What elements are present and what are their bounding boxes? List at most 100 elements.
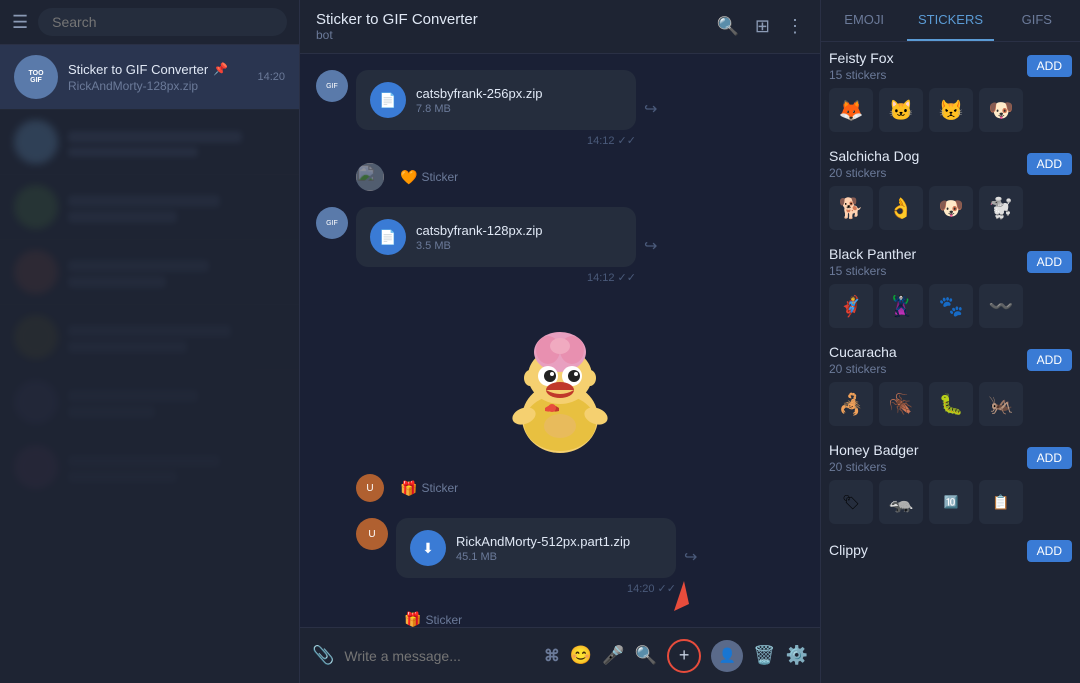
list-item[interactable] [0, 110, 299, 175]
message-time: 14:20 ✓✓ [396, 582, 676, 595]
tab-gifs[interactable]: GIFS [994, 0, 1080, 41]
chat-title: Sticker to GIF Converter [316, 11, 704, 28]
sticker-pack-clippy: Clippy ADD [829, 540, 1072, 562]
sticker-panel: EMOJI STICKERS GIFS Feisty Fox 15 sticke… [820, 0, 1080, 683]
tab-stickers[interactable]: STICKERS [907, 0, 993, 41]
avatar [14, 120, 58, 164]
message-time: 14:12 ✓✓ [356, 134, 636, 147]
avatar [14, 445, 58, 489]
forward-button[interactable]: ↪ [644, 99, 657, 119]
sticker-thumb[interactable]: 😾 [929, 88, 973, 132]
pin-icon: 📌 [213, 62, 228, 76]
list-item[interactable] [0, 370, 299, 435]
table-row: 🎁 Sticker [396, 611, 804, 627]
sticker-thumb[interactable]: 🦡 [879, 480, 923, 524]
sticker-thumb[interactable]: 🐩 [979, 186, 1023, 230]
layout-icon[interactable]: ⊞ [755, 16, 770, 37]
sticker-image [480, 308, 640, 458]
pack-title: Feisty Fox [829, 50, 1027, 66]
table-row: GIF 📄 catsbyfrank-256px.zip 7.8 MB 14:12… [316, 70, 804, 147]
pack-title: Black Panther [829, 246, 1027, 262]
chat-item-sticker-bot[interactable]: TOOGIF Sticker to GIF Converter 📌 RickAn… [0, 45, 299, 110]
sticker-pack-honey-badger: Honey Badger 20 stickers ADD 🏷 🦡 🔟 📋 [829, 442, 1072, 524]
message-input[interactable] [344, 648, 533, 664]
profile-icon[interactable]: 👤 [711, 640, 743, 672]
sticker-label: 🎁 Sticker [404, 611, 462, 627]
sticker-thumb[interactable]: 📋 [979, 480, 1023, 524]
search-input[interactable] [38, 8, 287, 36]
panel-tabs: EMOJI STICKERS GIFS [821, 0, 1080, 42]
file-name: RickAndMorty-512px.part1.zip [456, 534, 662, 549]
add-pack-button-clippy[interactable]: ADD [1027, 540, 1072, 562]
emoji-icon[interactable]: 😊 [570, 645, 592, 666]
sticker-thumb[interactable]: 🦸 [829, 284, 873, 328]
sticker-pack-feisty-fox: Feisty Fox 15 stickers ADD 🦊 🐱 😾 🐶 [829, 50, 1072, 132]
search-icon[interactable]: 🔍 [716, 16, 738, 37]
list-item[interactable] [0, 175, 299, 240]
sticker-thumb[interactable]: 🦊 [829, 88, 873, 132]
sticker-thumb[interactable]: 🦂 [829, 382, 873, 426]
table-row [316, 308, 804, 458]
file-size: 45.1 MB [456, 551, 662, 563]
sidebar-header: ☰ [0, 0, 299, 45]
list-item[interactable] [0, 240, 299, 305]
sticker-thumb[interactable]: 🐶 [929, 186, 973, 230]
tab-emoji[interactable]: EMOJI [821, 0, 907, 41]
add-pack-button-cucaracha[interactable]: ADD [1027, 349, 1072, 371]
chat-subtitle: bot [316, 28, 704, 42]
add-pack-button-salchicha-dog[interactable]: ADD [1027, 153, 1072, 175]
sticker-thumb[interactable]: 🦹 [879, 284, 923, 328]
heart-icon: 🧡 [400, 169, 417, 186]
sticker-thumb[interactable]: 🐱 [879, 88, 923, 132]
mic-icon[interactable]: 🎤 [602, 645, 624, 666]
file-message: 📄 catsbyfrank-128px.zip 3.5 MB [356, 207, 636, 267]
gift-icon: 🎁 [400, 480, 417, 497]
sticker-thumb[interactable]: 〰️ [979, 284, 1023, 328]
download-icon: ⬇ [410, 530, 446, 566]
bucket-icon[interactable]: 🗑️ [753, 645, 775, 666]
file-icon: 📄 [370, 219, 406, 255]
pack-count: 15 stickers [829, 68, 1027, 82]
attachment-icon[interactable]: 📎 [312, 645, 334, 666]
sticker-thumb[interactable]: 🏷 [829, 480, 873, 524]
avatar [14, 185, 58, 229]
gift-icon: 🎁 [404, 611, 421, 627]
bot-avatar [356, 163, 384, 191]
sticker-thumb[interactable]: 🐾 [929, 284, 973, 328]
pack-count: 15 stickers [829, 264, 1027, 278]
chat-list: TOOGIF Sticker to GIF Converter 📌 RickAn… [0, 45, 299, 683]
sticker-thumb[interactable]: 🔟 [929, 480, 973, 524]
add-button[interactable]: + [667, 639, 701, 673]
command-icon[interactable]: ⌘ [544, 646, 560, 666]
forward-button[interactable]: ↪ [644, 236, 657, 256]
avatar [14, 315, 58, 359]
main-chat: Sticker to GIF Converter bot 🔍 ⊞ ⋮ GIF 📄… [300, 0, 820, 683]
file-message: ⬇ RickAndMorty-512px.part1.zip 45.1 MB [396, 518, 676, 578]
avatar: TOOGIF [14, 55, 58, 99]
sticker-thumb[interactable]: 🐛 [929, 382, 973, 426]
sticker-thumb[interactable]: 👌 [879, 186, 923, 230]
pack-title: Salchicha Dog [829, 148, 1027, 164]
table-row: U ⬇ RickAndMorty-512px.part1.zip 45.1 MB… [316, 518, 804, 595]
search-sticker-icon[interactable]: 🔍 [635, 645, 657, 666]
sticker-thumb[interactable]: 🪳 [879, 382, 923, 426]
list-item[interactable] [0, 305, 299, 370]
more-icon[interactable]: ⋮ [786, 16, 804, 37]
list-item[interactable] [0, 435, 299, 500]
sidebar: ☰ TOOGIF Sticker to GIF Converter 📌 Rick… [0, 0, 300, 683]
chat-name: Sticker to GIF Converter 📌 [68, 62, 247, 77]
messages-area: GIF 📄 catsbyfrank-256px.zip 7.8 MB 14:12… [300, 54, 820, 627]
add-pack-button-black-panther[interactable]: ADD [1027, 251, 1072, 273]
settings-icon[interactable]: ⚙️ [786, 645, 808, 666]
menu-icon[interactable]: ☰ [12, 12, 28, 33]
add-pack-button-honey-badger[interactable]: ADD [1027, 447, 1072, 469]
forward-button[interactable]: ↪ [684, 547, 697, 567]
pack-count: 20 stickers [829, 166, 1027, 180]
sticker-thumb[interactable]: 🐕 [829, 186, 873, 230]
sticker-thumb[interactable]: 🦗 [979, 382, 1023, 426]
add-pack-button-feisty-fox[interactable]: ADD [1027, 55, 1072, 77]
chat-preview: RickAndMorty-128px.zip [68, 79, 247, 93]
table-row: GIF 📄 catsbyfrank-128px.zip 3.5 MB 14:12… [316, 207, 804, 284]
sticker-thumb[interactable]: 🐶 [979, 88, 1023, 132]
bot-avatar: GIF [316, 207, 348, 239]
